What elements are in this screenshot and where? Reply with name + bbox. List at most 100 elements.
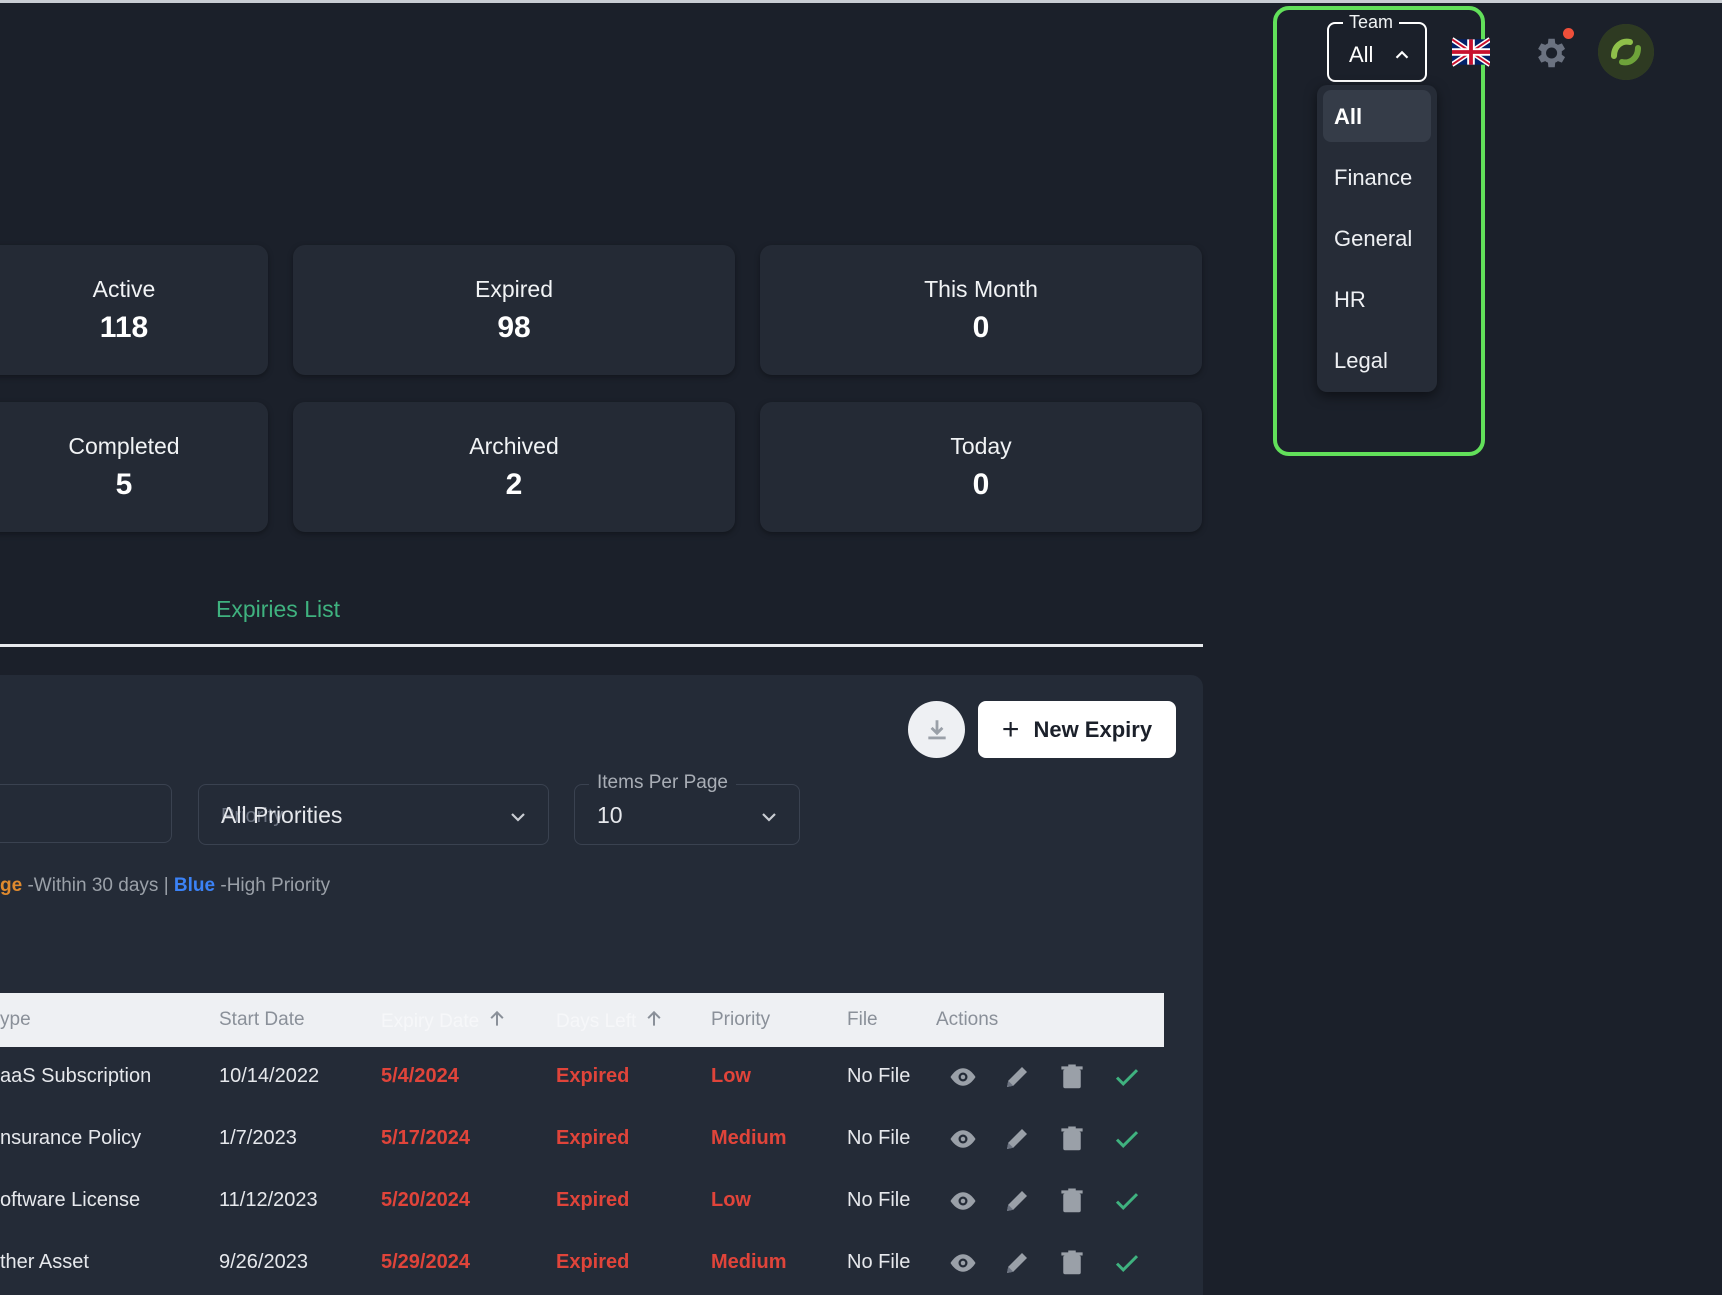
eye-icon[interactable] — [948, 1186, 978, 1216]
pencil-icon[interactable] — [1002, 1248, 1032, 1278]
avatar[interactable] — [1598, 24, 1654, 80]
col-file[interactable]: File — [847, 1009, 878, 1031]
chevron-down-icon — [511, 813, 525, 822]
items-per-page-label: Items Per Page — [589, 772, 736, 794]
col-actions: Actions — [936, 1009, 999, 1030]
cell-type: nsurance Policy — [0, 1127, 142, 1149]
tab-underline — [0, 644, 1203, 647]
team-select[interactable]: Team All — [1327, 12, 1427, 82]
cell-priority: Low — [711, 1065, 751, 1087]
stat-label: Active — [92, 275, 156, 302]
col-type[interactable]: ype — [0, 1009, 31, 1031]
cell-file: No File — [847, 1065, 911, 1087]
trash-icon[interactable] — [1057, 1062, 1087, 1092]
team-option-finance[interactable]: Finance — [1323, 151, 1431, 203]
stat-value: 0 — [972, 467, 990, 501]
cell-type: ther Asset — [0, 1251, 89, 1273]
new-expiry-button[interactable]: + New Expiry — [978, 701, 1176, 758]
stat-card-active[interactable]: Active 118 — [0, 245, 268, 375]
download-icon — [927, 719, 946, 739]
chevron-down-icon — [762, 813, 776, 822]
cell-days: Expired — [556, 1065, 630, 1087]
cell-expiry: 5/20/2024 — [381, 1189, 470, 1211]
cell-start: 1/7/2023 — [219, 1127, 297, 1149]
cell-start: 9/26/2023 — [219, 1251, 308, 1273]
col-priority[interactable]: Priority — [711, 1009, 770, 1031]
gear-icon[interactable] — [1531, 34, 1569, 72]
check-icon[interactable] — [1112, 1248, 1142, 1278]
items-per-page-value: 10 — [597, 802, 623, 828]
trash-icon[interactable] — [1057, 1186, 1087, 1216]
team-label: Team — [1343, 12, 1400, 33]
team-option-legal[interactable]: Legal — [1323, 334, 1431, 386]
team-option-hr[interactable]: HR — [1323, 273, 1431, 325]
table-row: ther Asset 9/26/2023 5/29/2024 Expired Mediu… — [0, 1233, 1164, 1295]
notification-dot — [1563, 28, 1574, 39]
priority-select[interactable]: Priority All Priorities — [198, 784, 549, 845]
uk-flag-icon[interactable] — [1452, 37, 1490, 67]
pencil-icon[interactable] — [1002, 1186, 1032, 1216]
trash-icon[interactable] — [1057, 1248, 1087, 1278]
col-start-date[interactable]: Start Date — [219, 1009, 305, 1031]
cell-priority: Low — [711, 1189, 751, 1211]
legend-orange-desc: -Within 30 days | — [27, 875, 169, 896]
stat-card-expired[interactable]: Expired 98 — [293, 245, 735, 375]
check-icon[interactable] — [1112, 1062, 1142, 1092]
search-input[interactable] — [0, 784, 172, 843]
stat-value: 5 — [115, 467, 133, 501]
cell-start: 10/14/2022 — [219, 1065, 320, 1087]
cell-expiry: 5/4/2024 — [381, 1065, 459, 1087]
plus-icon: + — [1001, 712, 1020, 746]
color-legend: ge -Within 30 days | Blue -High Priority — [0, 875, 330, 897]
stat-card-today[interactable]: Today 0 — [760, 402, 1202, 532]
team-option-label: HR — [1334, 287, 1366, 312]
chevron-up-icon — [1395, 50, 1409, 59]
items-per-page-select[interactable]: Items Per Page 10 — [574, 772, 800, 845]
top-border — [0, 0, 1722, 3]
check-icon[interactable] — [1112, 1186, 1142, 1216]
arrow-up-icon — [490, 1010, 504, 1026]
check-icon[interactable] — [1112, 1124, 1142, 1154]
table-row: oftware License 11/12/2023 5/20/2024 Expire… — [0, 1171, 1164, 1233]
stat-card-this-month[interactable]: This Month 0 — [760, 245, 1202, 375]
eye-icon[interactable] — [948, 1124, 978, 1154]
eye-icon[interactable] — [948, 1062, 978, 1092]
cell-file: No File — [847, 1251, 911, 1273]
team-option-label: General — [1334, 226, 1413, 251]
pencil-icon[interactable] — [1002, 1124, 1032, 1154]
team-option-general[interactable]: General — [1323, 212, 1431, 264]
eye-icon[interactable] — [948, 1248, 978, 1278]
trash-icon[interactable] — [1057, 1124, 1087, 1154]
arrow-up-icon — [647, 1010, 661, 1026]
col-expiry-date[interactable]: Expiry Date — [381, 1009, 507, 1033]
cell-days: Expired — [556, 1189, 630, 1211]
legend-blue: Blue — [173, 875, 216, 896]
download-button[interactable] — [908, 701, 965, 758]
cell-file: No File — [847, 1189, 911, 1211]
new-expiry-label: New Expiry — [1033, 716, 1153, 742]
stat-value: 0 — [972, 310, 990, 344]
team-option-label: All — [1334, 104, 1363, 129]
cell-type: oftware License — [0, 1189, 141, 1211]
team-option-all[interactable]: All — [1323, 90, 1431, 142]
cell-priority: Medium — [711, 1127, 787, 1149]
cell-days: Expired — [556, 1127, 630, 1149]
stat-label: Today — [950, 432, 1012, 459]
team-option-label: Legal — [1334, 348, 1388, 373]
col-days-left[interactable]: Days Left — [556, 1009, 664, 1033]
stat-value: 2 — [505, 467, 523, 501]
stat-value: 118 — [99, 310, 149, 344]
team-menu: All Finance General HR Legal — [1317, 85, 1437, 392]
cell-file: No File — [847, 1127, 911, 1149]
cell-priority: Medium — [711, 1251, 787, 1273]
table-row: nsurance Policy 1/7/2023 5/17/2024 Expired M… — [0, 1109, 1164, 1171]
avatar-logo-icon — [1598, 24, 1654, 80]
team-value: All — [1349, 42, 1374, 67]
cell-expiry: 5/29/2024 — [381, 1251, 470, 1273]
priority-value: All Priorities — [221, 802, 343, 828]
stat-card-completed[interactable]: Completed 5 — [0, 402, 268, 532]
pencil-icon[interactable] — [1002, 1062, 1032, 1092]
tab-expiries-list[interactable]: Expiries List — [216, 596, 340, 623]
legend-blue-desc: -High Priority — [220, 875, 331, 896]
stat-card-archived[interactable]: Archived 2 — [293, 402, 735, 532]
